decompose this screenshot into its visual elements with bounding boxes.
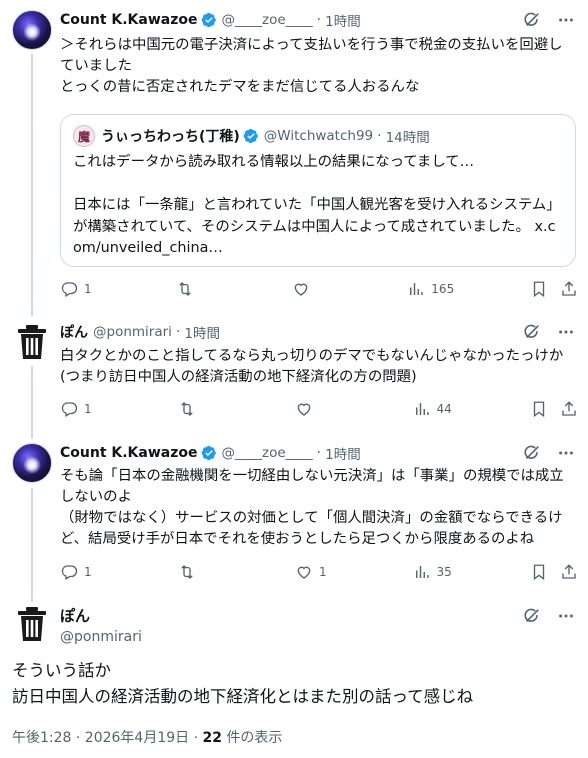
separator-dot: ·: [193, 730, 199, 746]
like-count: 1: [319, 565, 327, 579]
thread-line: [31, 54, 33, 316]
more-options-icon[interactable]: [556, 10, 576, 30]
reply-icon: [60, 400, 78, 418]
separator-dot: ·: [377, 128, 382, 144]
reply-count: 1: [84, 282, 92, 296]
author-handle[interactable]: @ponmirari: [93, 324, 172, 340]
like-icon: [295, 400, 313, 418]
reply-button[interactable]: 1: [60, 563, 100, 581]
grok-icon[interactable]: [522, 322, 542, 342]
views-count: 35: [436, 565, 452, 579]
reply-count: 1: [84, 565, 92, 579]
views-icon: [413, 563, 431, 581]
grok-icon[interactable]: [522, 443, 542, 463]
views-button[interactable]: 44: [413, 400, 453, 418]
tweet-header: Count K.Kawazoe @____zoe____ · 1時間: [60, 10, 361, 30]
views-button[interactable]: 165: [407, 280, 454, 298]
avatar[interactable]: [12, 443, 52, 483]
quote-text: これはデータから読み取れる情報以上の結果になってまして… 日本には「一条龍」と言…: [73, 154, 561, 256]
verified-badge-icon: [201, 12, 217, 28]
like-icon: [295, 563, 313, 581]
views-count: 22: [202, 730, 222, 746]
author-name[interactable]: Count K.Kawazoe: [60, 445, 198, 461]
author-handle[interactable]: @____zoe____: [222, 445, 313, 461]
author-name[interactable]: ぽん: [60, 605, 142, 626]
share-icon[interactable]: [560, 280, 578, 298]
views-label: 件の表示: [226, 730, 283, 746]
share-icon[interactable]: [560, 563, 578, 581]
views-count: 44: [436, 402, 452, 416]
tweet-time[interactable]: 1時間: [325, 443, 361, 463]
author-handle[interactable]: @____zoe____: [222, 12, 313, 28]
quote-time: 14時間: [385, 130, 430, 146]
retweet-button[interactable]: [176, 280, 216, 298]
views-icon: [407, 280, 425, 298]
retweet-icon: [176, 280, 194, 298]
reply-button[interactable]: 1: [60, 400, 100, 418]
avatar[interactable]: [12, 10, 52, 50]
grok-icon[interactable]: [522, 606, 542, 626]
separator-dot: ·: [175, 324, 181, 340]
like-button[interactable]: [295, 400, 335, 418]
retweet-button[interactable]: [178, 400, 218, 418]
more-options-icon[interactable]: [556, 606, 576, 626]
verified-badge-icon: [201, 445, 217, 461]
reply-icon: [60, 280, 78, 298]
action-bar: 1 165: [60, 279, 578, 299]
avatar[interactable]: [12, 604, 52, 644]
separator-dot: ·: [316, 12, 322, 28]
reply-icon: [60, 563, 78, 581]
author-handle[interactable]: @ponmirari: [60, 629, 142, 645]
thread-line: [31, 488, 33, 602]
more-options-icon[interactable]: [556, 443, 576, 463]
like-icon: [292, 280, 310, 298]
reply-count: 1: [84, 402, 92, 416]
retweet-button[interactable]: [178, 563, 218, 581]
share-icon[interactable]: [560, 400, 578, 418]
tweet-text: 白タクとかのこと指してるなら丸っ切りのデマでもないんじゃなかったっけか(つまり訪…: [60, 348, 564, 385]
tweet-time[interactable]: 1時間: [325, 10, 361, 30]
grok-icon[interactable]: [522, 10, 542, 30]
author-name[interactable]: ぽん: [60, 322, 88, 342]
bookmark-icon[interactable]: [530, 400, 548, 418]
like-button[interactable]: 1: [295, 563, 335, 581]
views-count: 165: [431, 282, 455, 296]
reply-button[interactable]: 1: [60, 280, 100, 298]
bookmark-icon[interactable]: [530, 280, 548, 298]
verified-badge-icon: [243, 128, 259, 144]
trash-can-icon: [12, 604, 52, 644]
action-bar: 1 1 35: [60, 562, 578, 582]
quote-author-name: うぃっちわっち(丁稚): [101, 129, 240, 145]
views-button[interactable]: 35: [413, 563, 453, 581]
tweet-text: ＞それらは中国元の電子決済によって支払いを行う事で税金の支払いを回避していました…: [60, 37, 563, 95]
like-button[interactable]: [292, 280, 332, 298]
thread-line: [31, 366, 33, 438]
quoted-tweet[interactable]: 魔 うぃっちわっち(丁稚) @Witchwatch99 · 14時間 これはデー…: [60, 114, 576, 267]
bookmark-icon[interactable]: [530, 563, 548, 581]
views-icon: [413, 400, 431, 418]
retweet-icon: [178, 563, 196, 581]
tweet-header: Count K.Kawazoe @____zoe____ · 1時間: [60, 443, 361, 463]
retweet-icon: [178, 400, 196, 418]
main-tweet-text: そういう話か 訪日中国人の経済活動の地下経済化とはまた別の話って感じね: [12, 661, 474, 706]
author-name[interactable]: Count K.Kawazoe: [60, 12, 198, 28]
tweet-meta: 午後1:28 · 2026年4月19日 · 22 件の表示: [12, 727, 282, 747]
tweet-header: ぽん @ponmirari · 1時間: [60, 322, 220, 342]
tweet-timestamp[interactable]: 午後1:28 · 2026年4月19日: [12, 730, 189, 746]
more-options-icon[interactable]: [556, 322, 576, 342]
action-bar: 1 44: [60, 399, 578, 419]
avatar[interactable]: [12, 322, 52, 362]
separator-dot: ·: [316, 445, 322, 461]
tweet-time[interactable]: 1時間: [184, 322, 220, 342]
tweet-text: そも論「日本の金融機関を一切経由しない元決済」は「事業」の規模では成立しないのよ…: [60, 468, 564, 547]
trash-can-icon: [12, 322, 52, 362]
quote-avatar: 魔: [73, 125, 95, 147]
quote-author-handle: @Witchwatch99: [263, 128, 374, 144]
